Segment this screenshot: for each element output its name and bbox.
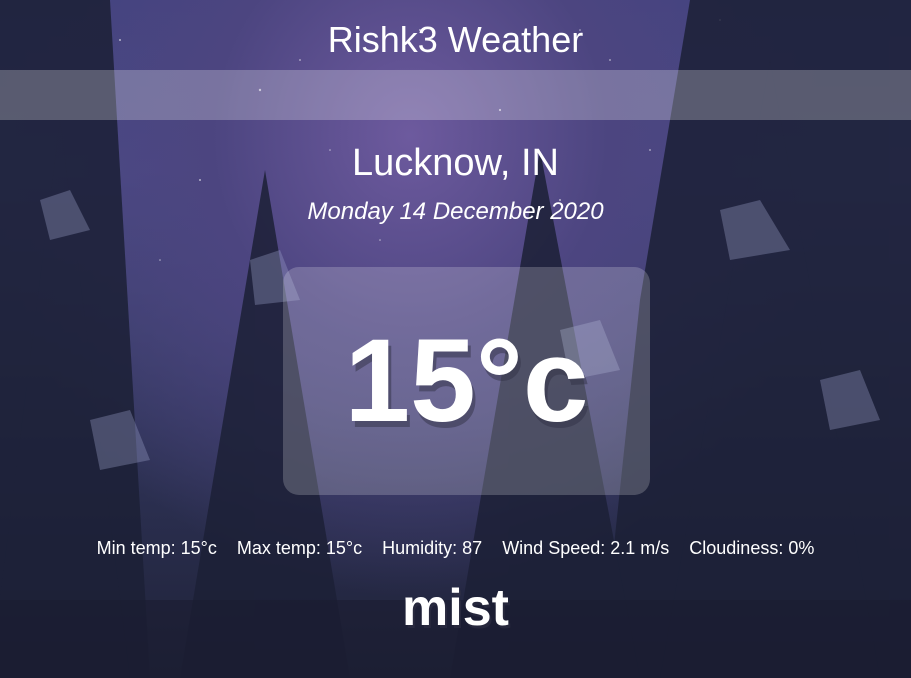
city-search-input[interactable] — [0, 70, 911, 120]
weather-stats: Min temp: 15°c Max temp: 15°c Humidity: … — [0, 537, 911, 559]
app-title: Rishk3 Weather — [327, 19, 584, 60]
humidity-stat: Humidity: 87 — [382, 538, 483, 558]
wind-speed-stat: Wind Speed: 2.1 m/s — [502, 538, 670, 558]
temperature-card: 15°c — [283, 267, 650, 495]
max-temp-stat: Max temp: 15°c — [236, 538, 363, 558]
current-date: Monday 14 December 2020 — [307, 198, 604, 225]
min-temp-stat: Min temp: 15°c — [96, 538, 217, 558]
current-temperature: 15°c — [344, 315, 589, 447]
location-name: Lucknow, IN — [352, 142, 559, 184]
weather-description: mist — [402, 579, 509, 637]
cloudiness-stat: Cloudiness: 0% — [689, 538, 815, 558]
